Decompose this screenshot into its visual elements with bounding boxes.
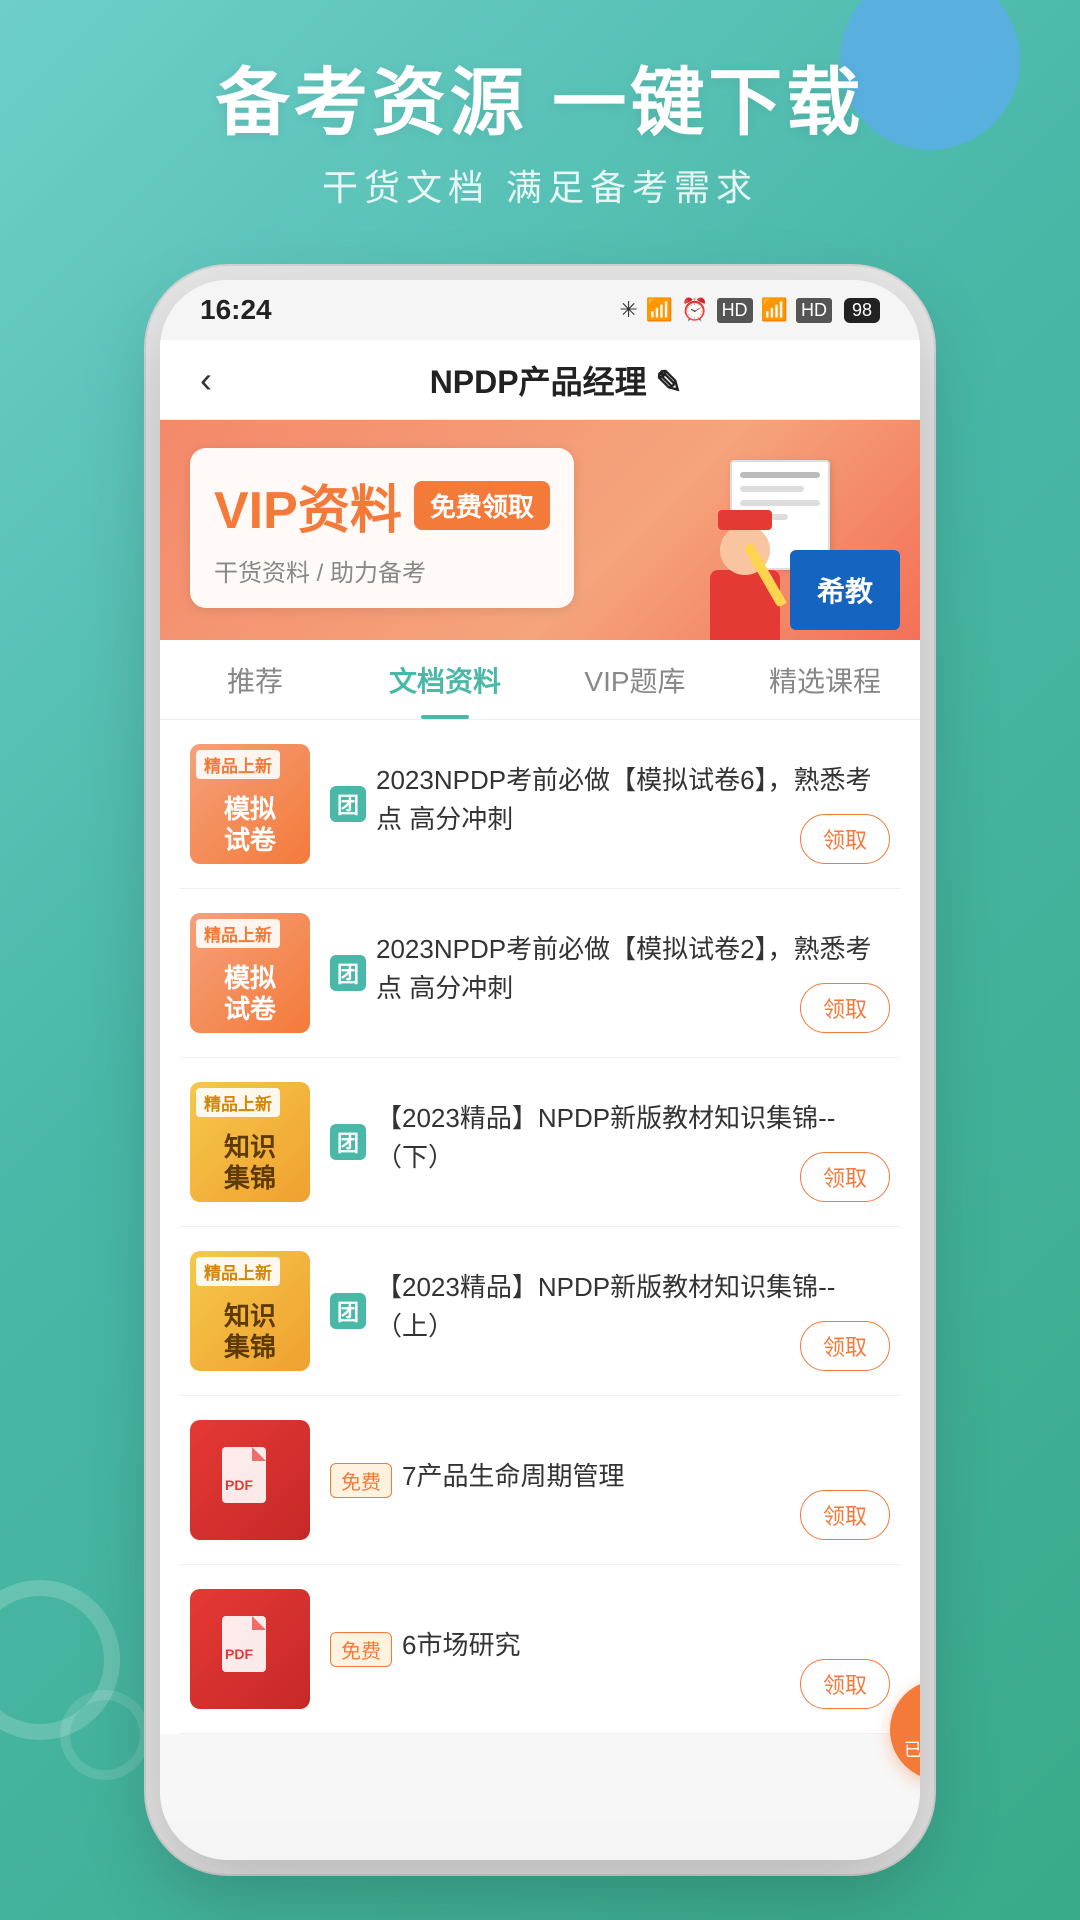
thumb-label: 精品上新 xyxy=(196,1088,280,1117)
banner-vip-text: VIP资料 xyxy=(214,468,402,543)
free-badge: 免费 xyxy=(330,1632,392,1667)
resource-thumbnail: 精品上新 模拟试卷 xyxy=(190,913,310,1033)
banner-free-badge[interactable]: 免费领取 xyxy=(414,481,550,530)
svg-text:PDF: PDF xyxy=(225,1646,253,1662)
resource-thumbnail: PDF xyxy=(190,1589,310,1709)
thumb-main-text: 知识集锦 xyxy=(190,1132,310,1194)
back-button[interactable]: ‹ xyxy=(190,349,222,411)
resource-title: 6市场研究 xyxy=(402,1626,890,1665)
tab-vip-bank[interactable]: VIP题库 xyxy=(540,640,730,719)
claim-button[interactable]: 领取 xyxy=(800,1490,890,1540)
tab-docs[interactable]: 文档资料 xyxy=(350,640,540,719)
group-badge: 团 xyxy=(330,786,366,822)
nav-bar: ‹ NPDP产品经理 ✎ xyxy=(160,340,920,420)
banner-illustration: 希教 xyxy=(700,440,900,640)
claim-button[interactable]: 领取 xyxy=(800,983,890,1033)
status-icons: ✳ 📶 ⏰ HD 📶 HD 98 xyxy=(619,297,880,323)
tab-bar: 推荐 文档资料 VIP题库 精选课程 xyxy=(160,640,920,720)
signal-icon: 📶 xyxy=(646,297,673,323)
battery-indicator: 98 xyxy=(844,298,880,323)
group-badge: 团 xyxy=(330,1293,366,1329)
resource-item: 精品上新 知识集锦 团 【2023精品】NPDP新版教材知识集锦--（下） 领取 xyxy=(180,1058,900,1227)
group-badge: 团 xyxy=(330,1124,366,1160)
thumb-main-text: 知识集锦 xyxy=(190,1301,310,1363)
resource-thumbnail: 精品上新 模拟试卷 xyxy=(190,744,310,864)
status-time: 16:24 xyxy=(200,294,272,326)
signal2-icon: 📶 xyxy=(761,297,788,323)
resource-item: 精品上新 模拟试卷 团 2023NPDP考前必做【模拟试卷6】，熟悉考点 高分冲… xyxy=(180,720,900,889)
thumb-main-text: 模拟试卷 xyxy=(190,963,310,1025)
vip-banner[interactable]: VIP资料 免费领取 干货资料 / 助力备考 xyxy=(160,420,920,640)
pdf-file-icon: PDF xyxy=(220,1445,280,1515)
claim-button[interactable]: 领取 xyxy=(800,1659,890,1709)
alarm-icon: ⏰ xyxy=(681,297,708,323)
group-badge: 团 xyxy=(330,955,366,991)
thumb-label: 精品上新 xyxy=(196,750,280,779)
resource-thumbnail: PDF xyxy=(190,1420,310,1540)
floating-btn-label: 已领资料 xyxy=(904,1736,920,1762)
hd2-icon: HD xyxy=(796,298,832,323)
claim-button[interactable]: 领取 xyxy=(800,1321,890,1371)
phone-mockup: 16:24 ✳ 📶 ⏰ HD 📶 HD 98 ‹ NPDP产品经理 ✎ VIP资… xyxy=(160,280,920,1860)
resource-thumbnail: 精品上新 知识集锦 xyxy=(190,1082,310,1202)
bluetooth-icon: ✳ xyxy=(619,297,637,323)
claim-button[interactable]: 领取 xyxy=(800,814,890,864)
tab-courses[interactable]: 精选课程 xyxy=(730,640,920,719)
bg-circle-bottom-left2 xyxy=(60,1690,150,1780)
resource-item: PDF 免费 7产品生命周期管理 领取 xyxy=(180,1396,900,1565)
resource-item: 精品上新 知识集锦 团 【2023精品】NPDP新版教材知识集锦--（上） 领取 xyxy=(180,1227,900,1396)
pdf-file-icon: PDF xyxy=(220,1614,280,1684)
thumb-main-text: 模拟试卷 xyxy=(190,794,310,856)
thumb-label: 精品上新 xyxy=(196,1257,280,1286)
banner-desc: 干货资料 / 助力备考 xyxy=(214,553,550,588)
banner-card: VIP资料 免费领取 干货资料 / 助力备考 xyxy=(190,448,574,608)
svg-text:PDF: PDF xyxy=(225,1477,253,1493)
header-title: 备考资源 一键下载 xyxy=(0,60,1080,145)
resource-title: 7产品生命周期管理 xyxy=(402,1457,890,1496)
header-area: 备考资源 一键下载 干货文档 满足备考需求 xyxy=(0,60,1080,211)
claim-button[interactable]: 领取 xyxy=(800,1152,890,1202)
content-area: VIP资料 免费领取 干货资料 / 助力备考 xyxy=(160,420,920,1820)
header-subtitle: 干货文档 满足备考需求 xyxy=(0,159,1080,211)
resource-item: PDF 免费 6市场研究 领取 xyxy=(180,1565,900,1734)
page-title: NPDP产品经理 ✎ xyxy=(222,357,890,403)
free-badge: 免费 xyxy=(330,1463,392,1498)
hd-icon: HD xyxy=(717,298,753,323)
thumb-label: 精品上新 xyxy=(196,919,280,948)
resource-list: 精品上新 模拟试卷 团 2023NPDP考前必做【模拟试卷6】，熟悉考点 高分冲… xyxy=(160,720,920,1734)
resource-thumbnail: 精品上新 知识集锦 xyxy=(190,1251,310,1371)
tab-recommend[interactable]: 推荐 xyxy=(160,640,350,719)
status-bar: 16:24 ✳ 📶 ⏰ HD 📶 HD 98 xyxy=(160,280,920,340)
resource-item: 精品上新 模拟试卷 团 2023NPDP考前必做【模拟试卷2】，熟悉考点 高分冲… xyxy=(180,889,900,1058)
